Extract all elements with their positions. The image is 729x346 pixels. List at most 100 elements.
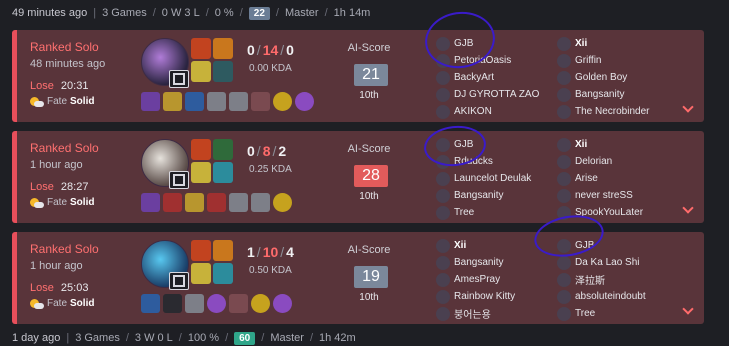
- flash-spell-icon[interactable]: [191, 139, 211, 160]
- ward-trinket-icon[interactable]: [273, 92, 292, 111]
- keystone-rune-icon[interactable]: [213, 38, 233, 59]
- player-row[interactable]: DJ GYROTTA ZAO: [436, 86, 556, 103]
- player-row[interactable]: Rainbow Kitty: [436, 288, 556, 305]
- secondary-rune-icon[interactable]: [213, 263, 233, 284]
- item-icon[interactable]: [141, 193, 160, 212]
- match-card[interactable]: Ranked Solo 1 hour ago Lose 28:27 Fate S…: [12, 131, 704, 223]
- player-row[interactable]: Arise: [557, 170, 677, 187]
- player-row[interactable]: Bangsanity: [557, 86, 677, 103]
- expand-chevron-icon[interactable]: [682, 204, 694, 216]
- champion-icon: [436, 188, 450, 203]
- player-row[interactable]: SpookYouLater: [557, 204, 677, 221]
- kda-score: 1/10/4: [247, 244, 294, 260]
- player-row[interactable]: Xii: [557, 35, 677, 52]
- expand-chevron-icon[interactable]: [682, 305, 694, 317]
- summary-games: 3 Games: [102, 7, 147, 19]
- player-row[interactable]: Da Ka Lao Shi: [557, 254, 677, 271]
- ward-trinket-icon[interactable]: [273, 193, 292, 212]
- result-label: Lose: [30, 80, 54, 92]
- team-red-list: Xii Griffin Golden Boy Bangsanity The Ne…: [557, 35, 677, 120]
- player-row[interactable]: 붕어는용: [436, 305, 556, 322]
- keystone-rune-icon[interactable]: [213, 139, 233, 160]
- summary-playtime: 1h 42m: [319, 332, 356, 344]
- expand-chevron-icon[interactable]: [682, 103, 694, 115]
- flash-spell-icon[interactable]: [191, 240, 211, 261]
- queue-type: Ranked Solo: [30, 141, 99, 155]
- secondary-rune-icon[interactable]: [213, 61, 233, 82]
- player-row[interactable]: Launcelot Deulak: [436, 170, 556, 187]
- role-quest-icon[interactable]: [295, 92, 314, 111]
- champion-icon: [436, 205, 450, 220]
- player-row[interactable]: Tree: [436, 204, 556, 221]
- kda-ratio: 0.50 KDA: [249, 265, 292, 276]
- item-icon[interactable]: [229, 92, 248, 111]
- champion-icon: [557, 188, 571, 203]
- item-icon[interactable]: [141, 92, 160, 111]
- secondary-rune-icon[interactable]: [213, 162, 233, 183]
- champion-icon: [436, 289, 450, 304]
- team-blue-list: GJB Rdudcks Launcelot Deulak Bangsanity …: [436, 136, 556, 221]
- match-duration: 28:27: [60, 181, 89, 193]
- separator: /: [309, 332, 313, 344]
- champion-icon: [436, 272, 450, 287]
- champion-icon: [557, 104, 571, 119]
- ghost-spell-icon[interactable]: [191, 61, 211, 82]
- summary-ai-score-badge: 60: [234, 331, 256, 345]
- player-row[interactable]: Bangsanity: [436, 187, 556, 204]
- match-card[interactable]: Ranked Solo 48 minutes ago Lose 20:31 Fa…: [12, 30, 704, 122]
- separator: /: [178, 332, 182, 344]
- champion-icon: [557, 289, 571, 304]
- player-row[interactable]: Golden Boy: [557, 69, 677, 86]
- player-row[interactable]: never streSS: [557, 187, 677, 204]
- player-row[interactable]: Rdudcks: [436, 153, 556, 170]
- ghost-spell-icon[interactable]: [191, 263, 211, 284]
- player-row[interactable]: Xii: [436, 237, 556, 254]
- player-row[interactable]: GJB: [557, 237, 677, 254]
- role-quest-icon[interactable]: [273, 294, 292, 313]
- item-icon[interactable]: [163, 294, 182, 313]
- item-icon[interactable]: [185, 294, 204, 313]
- player-row[interactable]: 泽拉斯: [557, 271, 677, 288]
- player-row[interactable]: Xii: [557, 136, 677, 153]
- spells-runes: [191, 139, 233, 183]
- item-icon[interactable]: [163, 193, 182, 212]
- item-icon[interactable]: [185, 193, 204, 212]
- ghost-spell-icon[interactable]: [191, 162, 211, 183]
- item-icon[interactable]: [185, 92, 204, 111]
- match-info: Ranked Solo 1 hour ago Lose 28:27 Fate S…: [30, 141, 140, 208]
- player-row[interactable]: Delorian: [557, 153, 677, 170]
- ward-trinket-icon[interactable]: [251, 294, 270, 313]
- item-icon[interactable]: [229, 193, 248, 212]
- match-duration: 20:31: [60, 80, 89, 92]
- player-row[interactable]: Bangsanity: [436, 254, 556, 271]
- player-row[interactable]: BackyArt: [436, 69, 556, 86]
- separator: /: [125, 332, 129, 344]
- flash-spell-icon[interactable]: [191, 38, 211, 59]
- player-row[interactable]: AmesPray: [436, 271, 556, 288]
- keystone-rune-icon[interactable]: [213, 240, 233, 261]
- summary-ai-score-badge: 22: [248, 6, 270, 20]
- champion-icon: [436, 306, 450, 321]
- player-row[interactable]: The Necrobinder: [557, 103, 677, 120]
- player-row[interactable]: AKIKON: [436, 103, 556, 120]
- ai-score-label: AI-Score: [347, 143, 391, 155]
- item-icon[interactable]: [207, 92, 226, 111]
- team-red-list: Xii Delorian Arise never streSS SpookYou…: [557, 136, 677, 221]
- item-icon[interactable]: [207, 193, 226, 212]
- player-row[interactable]: PetoriaOasis: [436, 52, 556, 69]
- player-row[interactable]: GJB: [436, 136, 556, 153]
- spells-runes: [191, 240, 233, 284]
- separator: /: [239, 7, 243, 19]
- player-row[interactable]: GJB: [436, 35, 556, 52]
- match-result: Lose 25:03: [30, 282, 140, 294]
- player-row[interactable]: Griffin: [557, 52, 677, 69]
- item-icon[interactable]: [141, 294, 160, 313]
- player-row[interactable]: Tree: [557, 305, 677, 322]
- match-card[interactable]: Ranked Solo 1 hour ago Lose 25:03 Fate S…: [12, 232, 704, 324]
- item-icon[interactable]: [251, 193, 270, 212]
- summary-record: 3 W 0 L: [134, 332, 173, 344]
- item-icon[interactable]: [163, 92, 182, 111]
- item-icon[interactable]: [207, 294, 226, 313]
- champion-icon: [436, 53, 450, 68]
- player-row[interactable]: absoluteindoubt: [557, 288, 677, 305]
